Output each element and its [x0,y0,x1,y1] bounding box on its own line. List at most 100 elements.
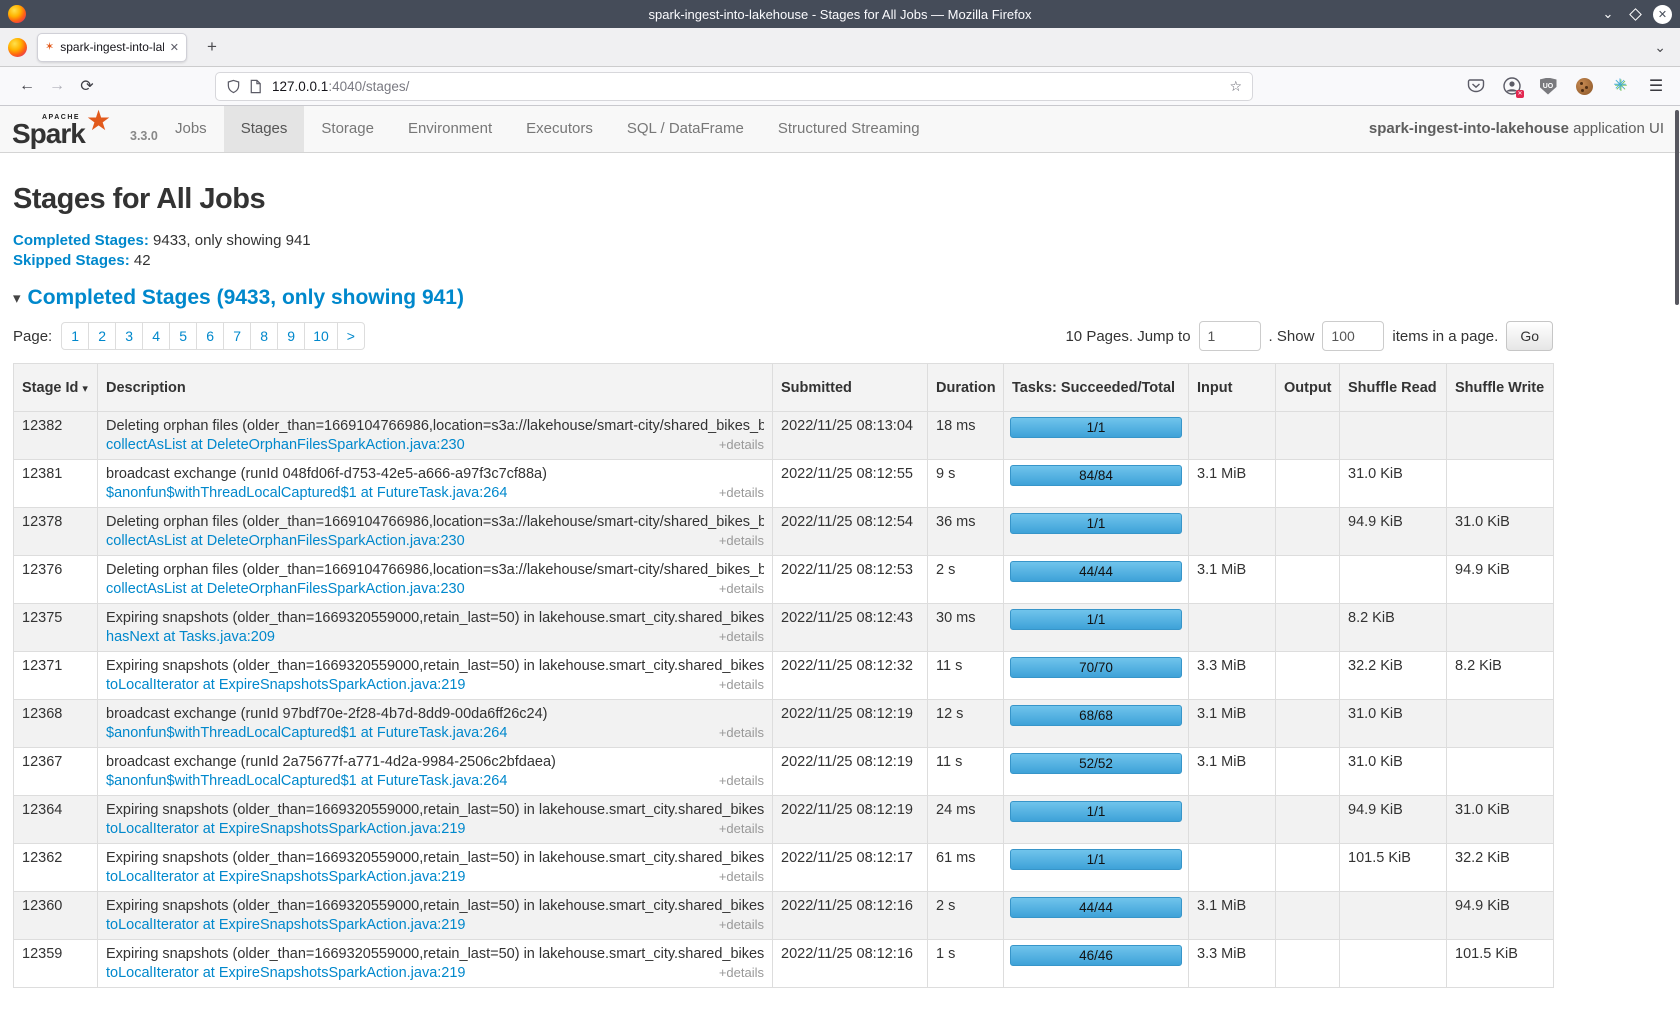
url-bar[interactable]: 127.0.0.1:4040/stages/ ☆ [215,72,1253,101]
spark-tab-structured-streaming[interactable]: Structured Streaming [761,106,937,152]
tasks-progress-label: 1/1 [1087,852,1106,867]
page-button-4[interactable]: 4 [142,322,170,350]
page-info-icon[interactable] [249,79,264,94]
tasks-cell: 1/1 [1004,796,1189,844]
tab-close-icon[interactable]: ✕ [170,41,179,54]
spark-tab-environment[interactable]: Environment [391,106,509,152]
output-cell [1276,796,1340,844]
stage-callsite-link[interactable]: toLocalIterator at ExpireSnapshotsSparkA… [106,965,466,981]
ublock-icon[interactable]: UO [1538,76,1558,96]
stage-callsite-link[interactable]: collectAsList at DeleteOrphanFilesSparkA… [106,437,465,453]
details-toggle[interactable]: +details [719,917,764,932]
page-button-6[interactable]: 6 [196,322,224,350]
column-header-shuffle-read[interactable]: Shuffle Read [1340,364,1447,412]
account-icon[interactable]: ✕ [1502,76,1522,96]
spark-tab-executors[interactable]: Executors [509,106,610,152]
table-row: 12378 Deleting orphan files (older_than=… [14,508,1554,556]
completed-stages-section-header[interactable]: ▾ Completed Stages (9433, only showing 9… [13,286,1680,310]
shuffle-read-cell [1340,556,1447,604]
shuffle-read-cell: 31.0 KiB [1340,700,1447,748]
details-toggle[interactable]: +details [719,437,764,452]
column-header-duration[interactable]: Duration [928,364,1004,412]
details-toggle[interactable]: +details [719,581,764,596]
details-toggle[interactable]: +details [719,773,764,788]
details-toggle[interactable]: +details [719,821,764,836]
reload-button[interactable]: ⟳ [72,76,102,96]
stage-callsite-link[interactable]: toLocalIterator at ExpireSnapshotsSparkA… [106,677,466,693]
firefox-icon [8,38,27,57]
back-button[interactable]: ← [12,77,42,95]
duration-cell: 2 s [928,556,1004,604]
restore-button[interactable] [1626,5,1644,23]
spark-tab-sql-dataframe[interactable]: SQL / DataFrame [610,106,761,152]
input-cell: 3.1 MiB [1189,748,1276,796]
page-button-1[interactable]: 1 [61,322,89,350]
details-toggle[interactable]: +details [719,485,764,500]
page-button-7[interactable]: 7 [223,322,251,350]
column-header-output[interactable]: Output [1276,364,1340,412]
duration-cell: 61 ms [928,844,1004,892]
shuffle-read-cell: 32.2 KiB [1340,652,1447,700]
stage-id-cell: 12378 [14,508,98,556]
shuffle-read-cell: 8.2 KiB [1340,604,1447,652]
scrollbar-thumb[interactable] [1675,110,1679,305]
completed-stages-link[interactable]: Completed Stages: [13,232,149,249]
page-button-8[interactable]: 8 [250,322,278,350]
tasks-progress-bar: 1/1 [1010,849,1182,870]
cookie-extension-icon[interactable] [1574,76,1594,96]
column-header-stage-id[interactable]: Stage Id▾ [14,364,98,412]
stage-callsite-link[interactable]: $anonfun$withThreadLocalCaptured$1 at Fu… [106,725,507,741]
stage-callsite-link[interactable]: toLocalIterator at ExpireSnapshotsSparkA… [106,821,466,837]
details-toggle[interactable]: +details [719,629,764,644]
spark-tab-jobs[interactable]: Jobs [158,106,224,152]
minimize-button[interactable]: ⌄ [1599,5,1617,23]
skipped-stages-summary: Skipped Stages: 42 [13,251,1680,271]
next-page-button[interactable]: > [337,322,365,350]
column-header-description[interactable]: Description [98,364,773,412]
page-button-5[interactable]: 5 [169,322,197,350]
details-toggle[interactable]: +details [719,533,764,548]
details-toggle[interactable]: +details [719,965,764,980]
new-tab-button[interactable]: + [199,37,225,57]
skipped-stages-link[interactable]: Skipped Stages: [13,252,130,269]
spark-tab-stages[interactable]: Stages [224,106,305,152]
details-toggle[interactable]: +details [719,869,764,884]
stage-callsite-link[interactable]: hasNext at Tasks.java:209 [106,629,275,645]
column-header-tasks-succeeded-total[interactable]: Tasks: Succeeded/Total [1004,364,1189,412]
tasks-progress-bar: 52/52 [1010,753,1182,774]
stage-callsite-link[interactable]: $anonfun$withThreadLocalCaptured$1 at Fu… [106,485,507,501]
stage-callsite-link[interactable]: $anonfun$withThreadLocalCaptured$1 at Fu… [106,773,507,789]
page-button-10[interactable]: 10 [304,322,338,350]
column-header-shuffle-write[interactable]: Shuffle Write [1447,364,1554,412]
page-button-3[interactable]: 3 [115,322,143,350]
stage-callsite-link[interactable]: toLocalIterator at ExpireSnapshotsSparkA… [106,917,466,933]
menu-icon[interactable]: ☰ [1646,76,1666,96]
pocket-icon[interactable] [1466,76,1486,96]
spark-tab-storage[interactable]: Storage [304,106,391,152]
submitted-cell: 2022/11/25 08:12:43 [773,604,928,652]
spark-logo[interactable]: APACHE ★ Spark 3.3.0 [0,106,128,152]
jump-to-page-input[interactable] [1199,321,1261,351]
details-toggle[interactable]: +details [719,725,764,740]
page-button-9[interactable]: 9 [277,322,305,350]
extension-asterisk-icon[interactable]: ✳ [1610,76,1630,96]
items-per-page-input[interactable] [1322,321,1384,351]
url-text[interactable]: 127.0.0.1:4040/stages/ [272,79,1221,94]
firefox-icon [8,5,26,23]
column-header-submitted[interactable]: Submitted [773,364,928,412]
shield-icon[interactable] [226,79,241,94]
stage-callsite-link[interactable]: toLocalIterator at ExpireSnapshotsSparkA… [106,869,466,885]
go-button[interactable]: Go [1506,321,1553,351]
stage-id-cell: 12360 [14,892,98,940]
stage-callsite-link[interactable]: collectAsList at DeleteOrphanFilesSparkA… [106,533,465,549]
bookmark-star-icon[interactable]: ☆ [1229,78,1242,95]
details-toggle[interactable]: +details [719,677,764,692]
page-button-2[interactable]: 2 [88,322,116,350]
stage-callsite-link[interactable]: collectAsList at DeleteOrphanFilesSparkA… [106,581,465,597]
forward-button[interactable]: → [42,77,72,95]
column-header-input[interactable]: Input [1189,364,1276,412]
close-window-button[interactable]: ✕ [1653,5,1672,24]
list-all-tabs-icon[interactable]: ⌄ [1654,39,1672,56]
browser-tab[interactable]: ✶ spark-ingest-into-lakehous ✕ [37,33,187,62]
tasks-progress-label: 1/1 [1087,612,1106,627]
